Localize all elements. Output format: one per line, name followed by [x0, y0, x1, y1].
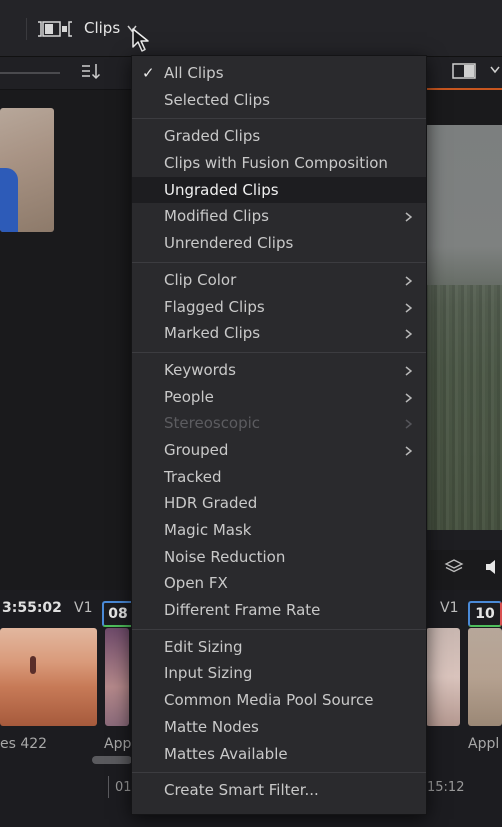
menu-item-mattes-available[interactable]: Mattes Available — [132, 741, 426, 768]
chevron-right-icon — [405, 392, 412, 403]
chevron-right-icon — [405, 366, 412, 376]
menu-item-clips-with-fusion-composition[interactable]: Clips with Fusion Composition — [132, 150, 426, 177]
menu-item-hdr-graded[interactable]: HDR Graded — [132, 490, 426, 517]
menu-item-noise-reduction[interactable]: Noise Reduction — [132, 544, 426, 571]
menu-item-label: All Clips — [164, 64, 224, 82]
clip-track-label: V1 — [74, 600, 93, 616]
clip-timecode: 3:55:02 — [2, 600, 62, 616]
viewer-transport-bar — [425, 530, 502, 550]
menu-item-marked-clips[interactable]: Marked Clips — [132, 320, 426, 347]
top-toolbar — [0, 0, 502, 57]
clip-track-label: V1 — [440, 600, 459, 616]
menu-item-label: Edit Sizing — [164, 637, 243, 656]
clip-filter-menu: ✓ All Clips Selected Clips Graded Clips Clip… — [131, 55, 427, 815]
menu-section: Keywords People Stereoscopic Grouped Tracked… — [132, 353, 426, 630]
menu-item-label: Common Media Pool Source — [164, 691, 374, 710]
menu-item-label: Selected Clips — [164, 90, 270, 109]
menu-item-grouped[interactable]: Grouped — [132, 437, 426, 464]
chevron-right-icon — [405, 302, 412, 313]
chevron-down-icon[interactable] — [490, 66, 500, 74]
clip-number-badge: 08 — [102, 601, 134, 627]
menu-item-flagged-clips[interactable]: Flagged Clips — [132, 294, 426, 321]
menu-item-label: Tracked — [164, 467, 222, 486]
chevron-right-icon — [405, 419, 412, 429]
menu-item-matte-nodes[interactable]: Matte Nodes — [132, 714, 426, 741]
chevron-right-icon — [405, 446, 412, 456]
chevron-right-icon — [405, 329, 412, 339]
ruler-timecode: 15:12 — [427, 780, 465, 795]
menu-item-keywords[interactable]: Keywords — [132, 357, 426, 384]
menu-item-label: Clips with Fusion Composition — [164, 154, 388, 173]
menu-item-label: HDR Graded — [164, 494, 258, 513]
menu-item-label: Graded Clips — [164, 127, 261, 146]
menu-item-open-fx[interactable]: Open FX — [132, 570, 426, 597]
menu-item-different-frame-rate[interactable]: Different Frame Rate — [132, 597, 426, 624]
menu-item-input-sizing[interactable]: Input Sizing — [132, 660, 426, 687]
menu-section: ✓ All Clips Selected Clips — [132, 56, 426, 120]
menu-item-tracked[interactable]: Tracked — [132, 464, 426, 491]
menu-item-label: Unrendered Clips — [164, 234, 294, 253]
clip-codec-label: es 422 — [0, 736, 48, 752]
media-thumbnail[interactable] — [0, 108, 54, 232]
menu-item-label: Keywords — [164, 360, 236, 379]
menu-item-ungraded-clips[interactable]: Ungraded Clips — [132, 176, 426, 204]
toolbar-divider — [26, 18, 27, 40]
menu-item-label: Ungraded Clips — [164, 180, 279, 199]
menu-item-modified-clips[interactable]: Modified Clips — [132, 203, 426, 230]
menu-item-create-smart-filter[interactable]: Create Smart Filter... — [132, 777, 426, 804]
menu-section: Graded Clips Clips with Fusion Compositio… — [132, 119, 426, 263]
menu-item-unrendered-clips[interactable]: Unrendered Clips — [132, 230, 426, 257]
menu-item-label: Flagged Clips — [164, 297, 265, 316]
clips-filter-icon[interactable] — [36, 20, 74, 38]
menu-item-all-clips[interactable]: ✓ All Clips — [132, 60, 426, 87]
menu-item-common-media-pool-source[interactable]: Common Media Pool Source — [132, 687, 426, 714]
menu-item-label: Mattes Available — [164, 744, 288, 763]
chevron-right-icon — [405, 212, 412, 223]
menu-item-label: People — [164, 387, 214, 406]
menu-item-label: Input Sizing — [164, 664, 253, 683]
menu-item-selected-clips[interactable]: Selected Clips — [132, 87, 426, 114]
layers-icon[interactable] — [444, 558, 464, 576]
timeline-scrollbar[interactable] — [92, 756, 132, 764]
menu-item-label: Stereoscopic — [164, 414, 261, 433]
mouse-cursor-icon — [132, 28, 149, 52]
clip-thumbnail[interactable] — [426, 628, 460, 726]
clips-filter-label[interactable]: Clips — [84, 19, 120, 37]
split-view-icon[interactable] — [452, 63, 476, 79]
menu-item-label: Grouped — [164, 440, 229, 459]
ruler-timecode: 01 — [115, 780, 132, 795]
menu-item-label: Modified Clips — [164, 207, 269, 226]
chevron-right-icon — [405, 276, 412, 286]
menu-item-label: Create Smart Filter... — [164, 781, 319, 800]
menu-section: Create Smart Filter... — [132, 773, 426, 809]
menu-section: Edit Sizing Input Sizing Common Media Pool… — [132, 630, 426, 774]
sort-icon[interactable] — [80, 61, 102, 81]
menu-item-stereoscopic: Stereoscopic — [132, 410, 426, 437]
menu-item-label: Clip Color — [164, 270, 237, 289]
menu-item-label: Different Frame Rate — [164, 601, 321, 620]
menu-item-label: Noise Reduction — [164, 547, 286, 566]
clip-thumbnail[interactable] — [468, 628, 502, 726]
search-field-underline — [0, 72, 60, 74]
menu-item-magic-mask[interactable]: Magic Mask — [132, 517, 426, 544]
active-tab-indicator — [425, 88, 502, 90]
checkmark-icon: ✓ — [142, 64, 155, 82]
menu-item-label: Marked Clips — [164, 324, 261, 343]
clip-thumbnail[interactable] — [105, 628, 129, 726]
menu-item-people[interactable]: People — [132, 384, 426, 411]
menu-item-graded-clips[interactable]: Graded Clips — [132, 123, 426, 150]
clip-number-badge: 10 — [468, 601, 502, 627]
menu-item-label: Magic Mask — [164, 521, 252, 539]
menu-item-label: Open FX — [164, 574, 228, 593]
clip-codec-label: Appl — [468, 736, 500, 752]
speaker-icon[interactable] — [484, 558, 502, 576]
menu-item-clip-color[interactable]: Clip Color — [132, 267, 426, 294]
menu-item-label: Matte Nodes — [164, 717, 259, 736]
viewer-image — [425, 125, 502, 530]
ruler-tick — [108, 776, 109, 798]
menu-section: Clip Color Flagged Clips Marked Clips — [132, 263, 426, 353]
menu-item-edit-sizing[interactable]: Edit Sizing — [132, 634, 426, 661]
clip-thumbnail[interactable] — [0, 628, 97, 726]
clip-codec-label: App — [104, 736, 132, 752]
